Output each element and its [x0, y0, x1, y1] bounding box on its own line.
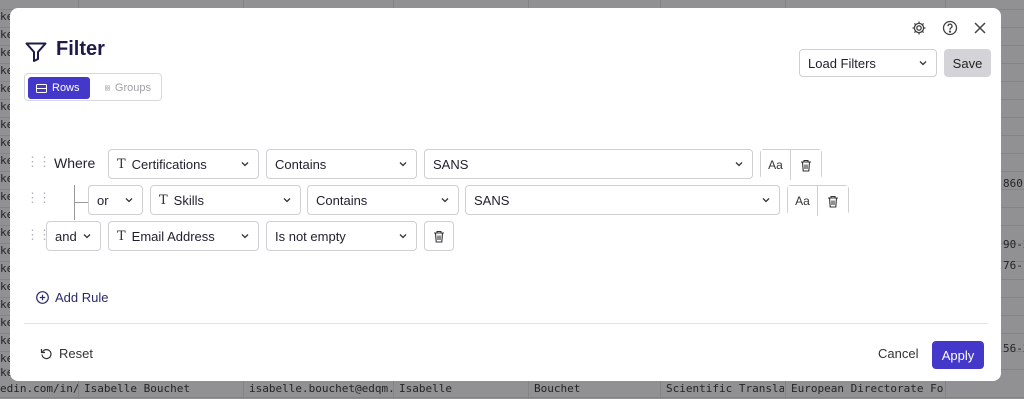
plus-circle-icon	[36, 291, 49, 304]
rows-icon	[36, 83, 47, 93]
footer-divider	[24, 323, 988, 324]
chevron-down-icon	[83, 234, 91, 239]
groups-icon	[105, 85, 110, 91]
chevron-down-icon	[441, 198, 449, 203]
dialog-title: Filter	[56, 38, 105, 60]
chevron-down-icon	[762, 198, 770, 203]
rule-3-connector-select[interactable]: and	[46, 221, 101, 251]
delete-rule-button[interactable]	[424, 221, 454, 251]
rule-3-operator-select[interactable]: Is not empty	[266, 221, 417, 251]
rule-2-operator: Contains	[316, 192, 368, 208]
settings-icon[interactable]	[907, 16, 931, 40]
tab-rows-label: Rows	[52, 82, 80, 94]
chevron-down-icon	[241, 162, 249, 167]
chevron-down-icon	[125, 198, 133, 203]
trash-icon	[801, 159, 811, 172]
rule-2-field-select[interactable]: T Skills	[150, 185, 301, 215]
close-icon[interactable]	[968, 16, 992, 40]
trash-icon	[828, 195, 838, 208]
text-type-icon: T	[117, 228, 126, 244]
rule-2-operator-select[interactable]: Contains	[307, 185, 459, 215]
save-button[interactable]: Save	[944, 49, 991, 77]
chevron-down-icon	[919, 61, 927, 66]
rule-1-connector: Where	[54, 155, 96, 171]
rule-1-actions: Aa	[760, 149, 822, 180]
match-case-button[interactable]: Aa	[788, 186, 818, 216]
rule-3-field: Email Address	[131, 228, 215, 244]
tab-groups-label: Groups	[114, 82, 151, 94]
drag-handle-icon[interactable]: ⋮⋮	[26, 190, 51, 206]
rule-2-connector: or	[97, 192, 109, 208]
chevron-down-icon	[241, 234, 249, 239]
rule-3-operator: Is not empty	[275, 228, 346, 244]
reset-icon	[40, 349, 52, 360]
chevron-down-icon	[283, 198, 291, 203]
rule-3-connector: and	[55, 228, 77, 244]
rule-2-actions: Aa	[787, 185, 849, 216]
rule-1-operator: Contains	[275, 156, 327, 172]
add-rule-button[interactable]: Add Rule	[36, 290, 108, 305]
reset-button[interactable]: Reset	[40, 346, 93, 361]
match-case-button[interactable]: Aa	[761, 150, 791, 180]
rule-2-value-select[interactable]: SANS	[465, 185, 780, 215]
view-toggle: Rows Groups	[24, 73, 162, 101]
rule-1-field-select[interactable]: T Certifications	[108, 149, 259, 179]
rule-2-field: Skills	[173, 192, 205, 208]
rule-1-field: Certifications	[131, 156, 207, 172]
load-filters-label: Load Filters	[808, 55, 876, 71]
rule-1-value-select[interactable]: SANS	[424, 149, 753, 179]
chevron-down-icon	[399, 162, 407, 167]
delete-rule-button[interactable]	[791, 150, 821, 180]
rule-2-value: SANS	[474, 192, 510, 208]
filter-icon	[25, 42, 47, 62]
cancel-button[interactable]: Cancel	[878, 346, 918, 361]
rule-1-operator-select[interactable]: Contains	[266, 149, 417, 179]
delete-rule-button[interactable]	[818, 186, 848, 216]
drag-handle-icon[interactable]: ⋮⋮	[26, 154, 51, 170]
apply-button[interactable]: Apply	[932, 341, 984, 369]
text-type-icon: T	[159, 192, 168, 208]
add-rule-label: Add Rule	[55, 290, 109, 305]
reset-label: Reset	[59, 346, 93, 361]
filter-dialog: Filter Rows Groups Load Filters Save ⋮⋮ …	[10, 8, 1001, 381]
load-filters-select[interactable]: Load Filters	[799, 49, 937, 77]
trash-icon	[434, 230, 444, 243]
tab-rows[interactable]: Rows	[28, 77, 90, 99]
text-type-icon: T	[117, 156, 126, 172]
tab-groups[interactable]: Groups	[97, 77, 159, 99]
help-icon[interactable]	[938, 16, 962, 40]
rule-3-field-select[interactable]: T Email Address	[108, 221, 259, 251]
rule-1-value: SANS	[433, 156, 469, 172]
chevron-down-icon	[735, 162, 743, 167]
rule-2-connector-select[interactable]: or	[88, 185, 143, 215]
group-connector-line	[74, 202, 88, 203]
chevron-down-icon	[399, 234, 407, 239]
